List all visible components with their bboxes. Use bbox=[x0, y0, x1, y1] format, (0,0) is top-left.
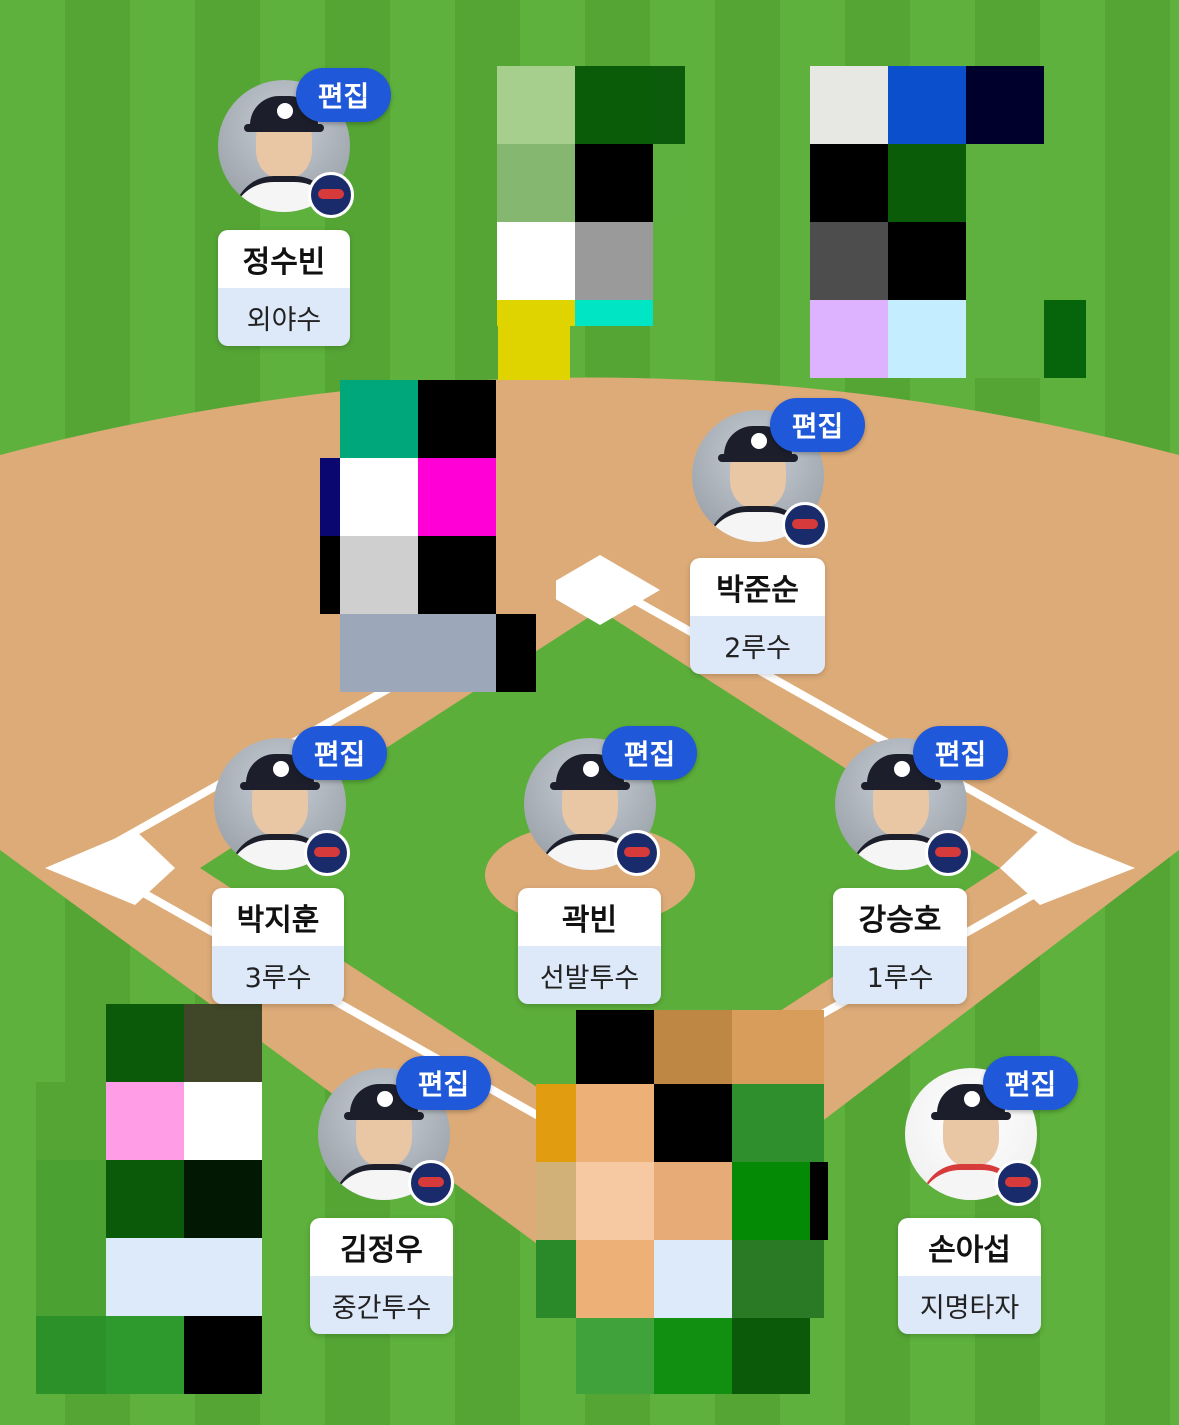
player-position: 2루수 bbox=[690, 616, 825, 674]
bears-logo-icon bbox=[408, 1160, 454, 1206]
mosaic-block-bottom-left bbox=[36, 1004, 286, 1404]
player-label: 곽빈 선발투수 bbox=[518, 888, 661, 1004]
player-label: 정수빈 외야수 bbox=[218, 230, 350, 346]
edit-button[interactable]: 편집 bbox=[913, 726, 1008, 780]
player-card-second-base: 편집 박준순 2루수 bbox=[690, 398, 870, 700]
bears-logo-icon bbox=[308, 172, 354, 218]
bears-logo-icon bbox=[995, 1160, 1041, 1206]
player-name: 김정우 bbox=[310, 1218, 453, 1276]
edit-button[interactable]: 편집 bbox=[983, 1056, 1078, 1110]
player-card-third-base: 편집 박지훈 3루수 bbox=[212, 726, 392, 1028]
edit-button[interactable]: 편집 bbox=[292, 726, 387, 780]
player-name: 강승호 bbox=[833, 888, 967, 946]
player-position: 1루수 bbox=[833, 946, 967, 1004]
player-name: 박지훈 bbox=[212, 888, 344, 946]
player-label: 박지훈 3루수 bbox=[212, 888, 344, 1004]
player-name: 정수빈 bbox=[218, 230, 350, 288]
player-card-left-field: 편집 정수빈 외야수 bbox=[218, 68, 398, 370]
player-position: 3루수 bbox=[212, 946, 344, 1004]
mosaic-block-top-right bbox=[810, 66, 1086, 382]
edit-button[interactable]: 편집 bbox=[602, 726, 697, 780]
player-card-starting-pitcher: 편집 곽빈 선발투수 bbox=[518, 726, 698, 1028]
player-name: 박준순 bbox=[690, 558, 825, 616]
bears-logo-icon bbox=[925, 830, 971, 876]
player-card-designated-hitter: 편집 손아섭 지명타자 bbox=[898, 1056, 1078, 1358]
bears-logo-icon bbox=[304, 830, 350, 876]
bears-logo-icon bbox=[614, 830, 660, 876]
player-label: 박준순 2루수 bbox=[690, 558, 825, 674]
player-label: 강승호 1루수 bbox=[833, 888, 967, 1004]
mosaic-block-top-center bbox=[497, 66, 685, 326]
player-card-first-base: 편집 강승호 1루수 bbox=[833, 726, 1013, 1028]
player-label: 김정우 중간투수 bbox=[310, 1218, 453, 1334]
bears-logo-icon bbox=[782, 502, 828, 548]
edit-button[interactable]: 편집 bbox=[296, 68, 391, 122]
edit-button[interactable]: 편집 bbox=[770, 398, 865, 452]
player-position: 외야수 bbox=[218, 288, 350, 346]
mosaic-block-bottom-center bbox=[536, 1010, 828, 1394]
player-name: 손아섭 bbox=[898, 1218, 1041, 1276]
edit-button[interactable]: 편집 bbox=[396, 1056, 491, 1110]
player-position: 선발투수 bbox=[518, 946, 661, 1004]
player-position: 지명타자 bbox=[898, 1276, 1041, 1334]
player-card-relief-pitcher: 편집 김정우 중간투수 bbox=[310, 1056, 491, 1358]
player-position: 중간투수 bbox=[310, 1276, 453, 1334]
mosaic-block-center-left bbox=[320, 324, 570, 692]
player-name: 곽빈 bbox=[518, 888, 661, 946]
player-label: 손아섭 지명타자 bbox=[898, 1218, 1041, 1334]
